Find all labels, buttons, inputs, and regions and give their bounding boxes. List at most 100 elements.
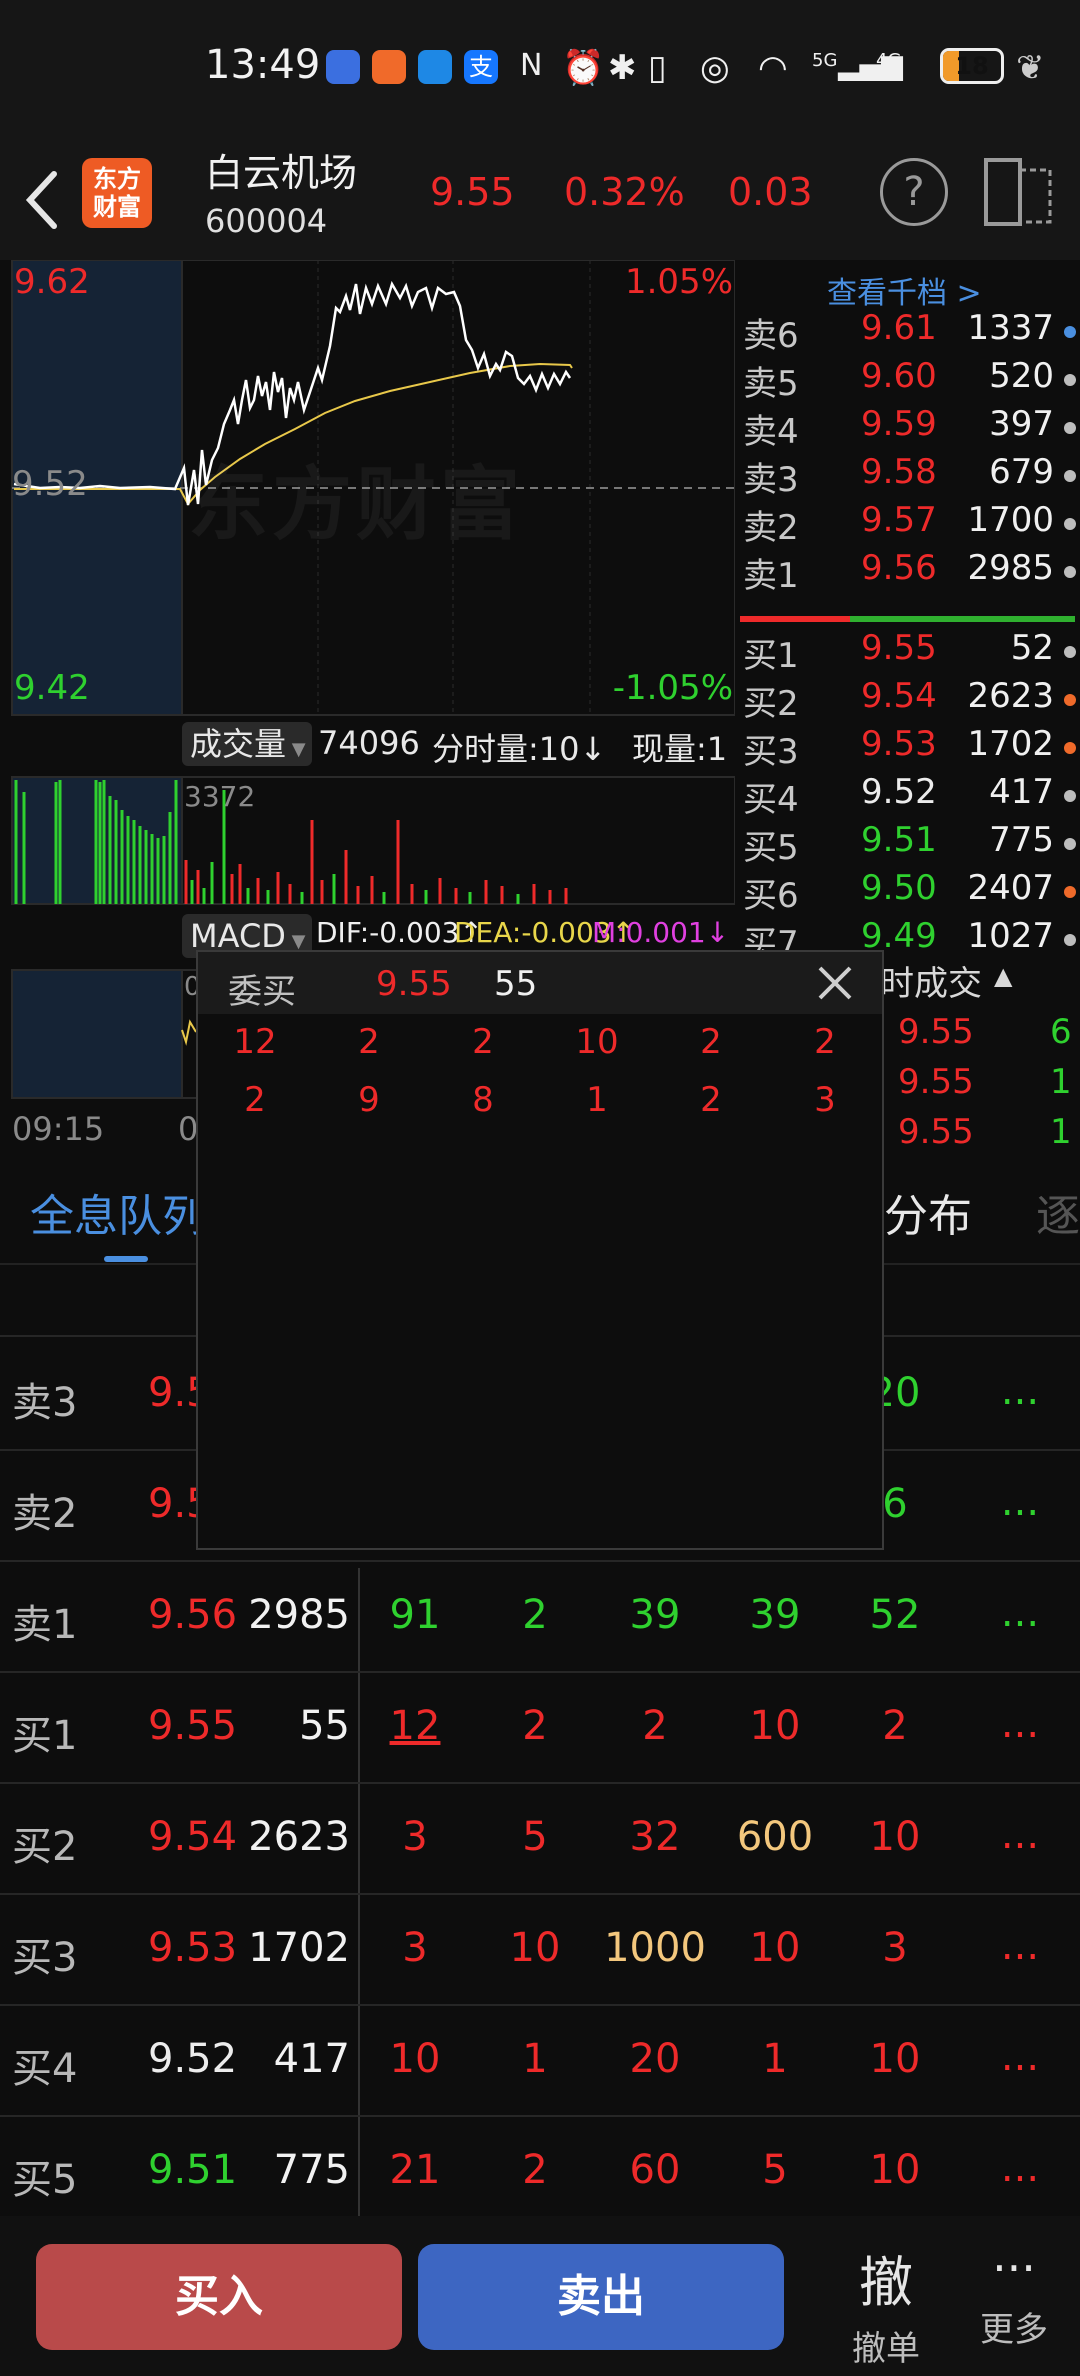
queue-row[interactable]: 买2 9.54 2623 3 5 32 600 10... <box>0 1784 1080 1895</box>
queue-order-cell[interactable]: 10 <box>480 1925 590 1971</box>
queue-order-cell[interactable]: 32 <box>600 1814 710 1860</box>
bid-row[interactable]: 买3 9.53 1702 <box>735 724 1080 772</box>
sort-up-icon[interactable]: ▲ <box>994 962 1012 990</box>
more-icon: ··· <box>992 2241 1036 2295</box>
queue-more-icon[interactable]: ... <box>1000 1479 1040 1525</box>
bid-row[interactable]: 买1 9.55 52 <box>735 628 1080 676</box>
volume-interval[interactable]: 分时量:10↓ <box>432 724 606 770</box>
tab-more[interactable]: 逐 <box>1036 1180 1080 1244</box>
queue-order-cell[interactable]: 20 <box>600 2036 710 2082</box>
tab-distribution[interactable]: 分布 <box>884 1180 972 1244</box>
dropdown-icon: ▼ <box>286 739 306 760</box>
bid-row[interactable]: 买2 9.54 2623 <box>735 676 1080 724</box>
popup-header: 委买 9.55 55 <box>198 952 882 1014</box>
queue-order-cell[interactable]: 3 <box>840 1925 950 1971</box>
queue-order-cell[interactable]: 10 <box>840 2036 950 2082</box>
queue-order-cell[interactable]: 5 <box>720 2147 830 2193</box>
ask-row[interactable]: 卖4 9.59 397 <box>735 404 1080 452</box>
popup-order-cell: 2 <box>244 1080 266 1120</box>
queue-order-cell[interactable]: 91 <box>360 1592 470 1638</box>
close-icon[interactable] <box>816 964 854 1002</box>
message-icon <box>418 50 452 84</box>
queue-more-icon[interactable]: ... <box>1000 2034 1040 2080</box>
queue-order-cell[interactable]: 600 <box>720 1814 830 1860</box>
queue-order-cell[interactable]: 1 <box>480 2036 590 2082</box>
queue-order-cell[interactable]: 39 <box>720 1592 830 1638</box>
help-icon[interactable]: ? <box>880 158 948 226</box>
buy-button[interactable]: 买入 <box>36 2244 402 2350</box>
app-logo[interactable]: 东方 财富 <box>82 158 152 228</box>
queue-order-cell[interactable]: 2 <box>480 1703 590 1749</box>
queue-order-cell[interactable]: 1 <box>720 2036 830 2082</box>
battery-level: 18 <box>955 52 989 80</box>
queue-order-cell[interactable]: 12 <box>360 1703 470 1749</box>
queue-more-icon[interactable]: ... <box>1000 1590 1040 1636</box>
view-depth-link[interactable]: 查看千档 > <box>827 268 982 312</box>
queue-more-icon[interactable]: ... <box>1000 2145 1040 2191</box>
bid-price: 9.55 <box>861 628 937 668</box>
queue-order-cell[interactable]: 10 <box>360 2036 470 2082</box>
ask-volume: 679 <box>989 452 1054 492</box>
ask-row[interactable]: 卖5 9.60 520 <box>735 356 1080 404</box>
ask-row[interactable]: 卖3 9.58 679 <box>735 452 1080 500</box>
sell-button[interactable]: 卖出 <box>418 2244 784 2350</box>
popup-order-cell: 8 <box>472 1080 494 1120</box>
time-start-label: 09:15 <box>12 1110 105 1148</box>
queue-more-icon[interactable]: ... <box>1000 1701 1040 1747</box>
queue-row[interactable]: 卖1 9.56 2985 91 2 39 39 52... <box>0 1562 1080 1673</box>
ask-price: 9.57 <box>861 500 937 540</box>
back-icon[interactable] <box>20 166 64 234</box>
queue-order-cell[interactable]: 2 <box>600 1703 710 1749</box>
volume-indicator-label: 成交量 <box>190 725 287 763</box>
ask-row[interactable]: 卖1 9.56 2985 <box>735 548 1080 596</box>
bid-row[interactable]: 买6 9.50 2407 <box>735 868 1080 916</box>
trades-title[interactable]: 时成交 <box>880 956 982 1005</box>
ask-price: 9.59 <box>861 404 937 444</box>
queue-order-cell[interactable]: 10 <box>840 1814 950 1860</box>
queue-total: 2623 <box>248 1814 350 1860</box>
queue-order-cell[interactable]: 10 <box>840 2147 950 2193</box>
queue-more-icon[interactable]: ... <box>1000 1923 1040 1969</box>
bid-volume: 1027 <box>967 916 1054 956</box>
queue-order-cell[interactable]: 10 <box>720 1703 830 1749</box>
tab-queue[interactable]: 全息队列 <box>30 1180 206 1244</box>
queue-row[interactable]: 买3 9.53 1702 3 10 1000 10 3... <box>0 1895 1080 2006</box>
queue-order-cell[interactable]: 1000 <box>600 1925 710 1971</box>
queue-order-cell[interactable]: 21 <box>360 2147 470 2193</box>
queue-row[interactable]: 买1 9.55 55 12 2 2 10 2... <box>0 1673 1080 1784</box>
bid-queue-popup[interactable]: 委买 9.55 55 12 2 2 10 2 2 2 9 8 1 2 3 <box>196 950 884 1550</box>
ask-volume: 397 <box>989 404 1054 444</box>
trade-volume: 1 <box>1050 1112 1072 1152</box>
queue-order-cell[interactable]: 60 <box>600 2147 710 2193</box>
queue-order-cell[interactable]: 2 <box>840 1703 950 1749</box>
queue-order-cell[interactable]: 39 <box>600 1592 710 1638</box>
battery-icon: 18 <box>940 48 1004 84</box>
queue-order-cell[interactable]: 3 <box>360 1925 470 1971</box>
ask-row[interactable]: 卖2 9.57 1700 <box>735 500 1080 548</box>
queue-order-cell[interactable]: 2 <box>480 2147 590 2193</box>
pct-low-label: -1.05% <box>612 668 733 708</box>
ask-label: 卖4 <box>743 412 799 452</box>
queue-order-cell[interactable]: 10 <box>720 1925 830 1971</box>
popup-price: 9.55 <box>376 964 452 1004</box>
bid-row[interactable]: 买4 9.52 417 <box>735 772 1080 820</box>
bid-row[interactable]: 买5 9.51 775 <box>735 820 1080 868</box>
more-button[interactable]: ··· 更多 <box>972 2238 1056 2351</box>
ask-volume: 1700 <box>967 500 1054 540</box>
ask-row[interactable]: 卖6 9.61 1337 <box>735 308 1080 356</box>
queue-row[interactable]: 买5 9.51 775 21 2 60 5 10... <box>0 2117 1080 2228</box>
logo-line2: 财富 <box>93 193 141 221</box>
volume-indicator-select[interactable]: 成交量 ▼ <box>182 722 312 766</box>
queue-more-icon[interactable]: ... <box>1000 1812 1040 1858</box>
queue-order-cell[interactable]: 52 <box>840 1592 950 1638</box>
queue-order-cell[interactable]: 5 <box>480 1814 590 1860</box>
cancel-order-button[interactable]: 撤 撤单 <box>844 2238 928 2370</box>
queue-more-icon[interactable]: ... <box>1000 1368 1040 1414</box>
queue-order-cell[interactable]: 3 <box>360 1814 470 1860</box>
queue-total: 775 <box>273 2147 350 2193</box>
split-screen-icon[interactable] <box>982 156 1054 228</box>
queue-row[interactable]: 买4 9.52 417 10 1 20 1 10... <box>0 2006 1080 2117</box>
ask-label: 卖6 <box>743 316 799 356</box>
queue-order-cell[interactable]: 2 <box>480 1592 590 1638</box>
popup-order-cell: 3 <box>814 1080 836 1120</box>
